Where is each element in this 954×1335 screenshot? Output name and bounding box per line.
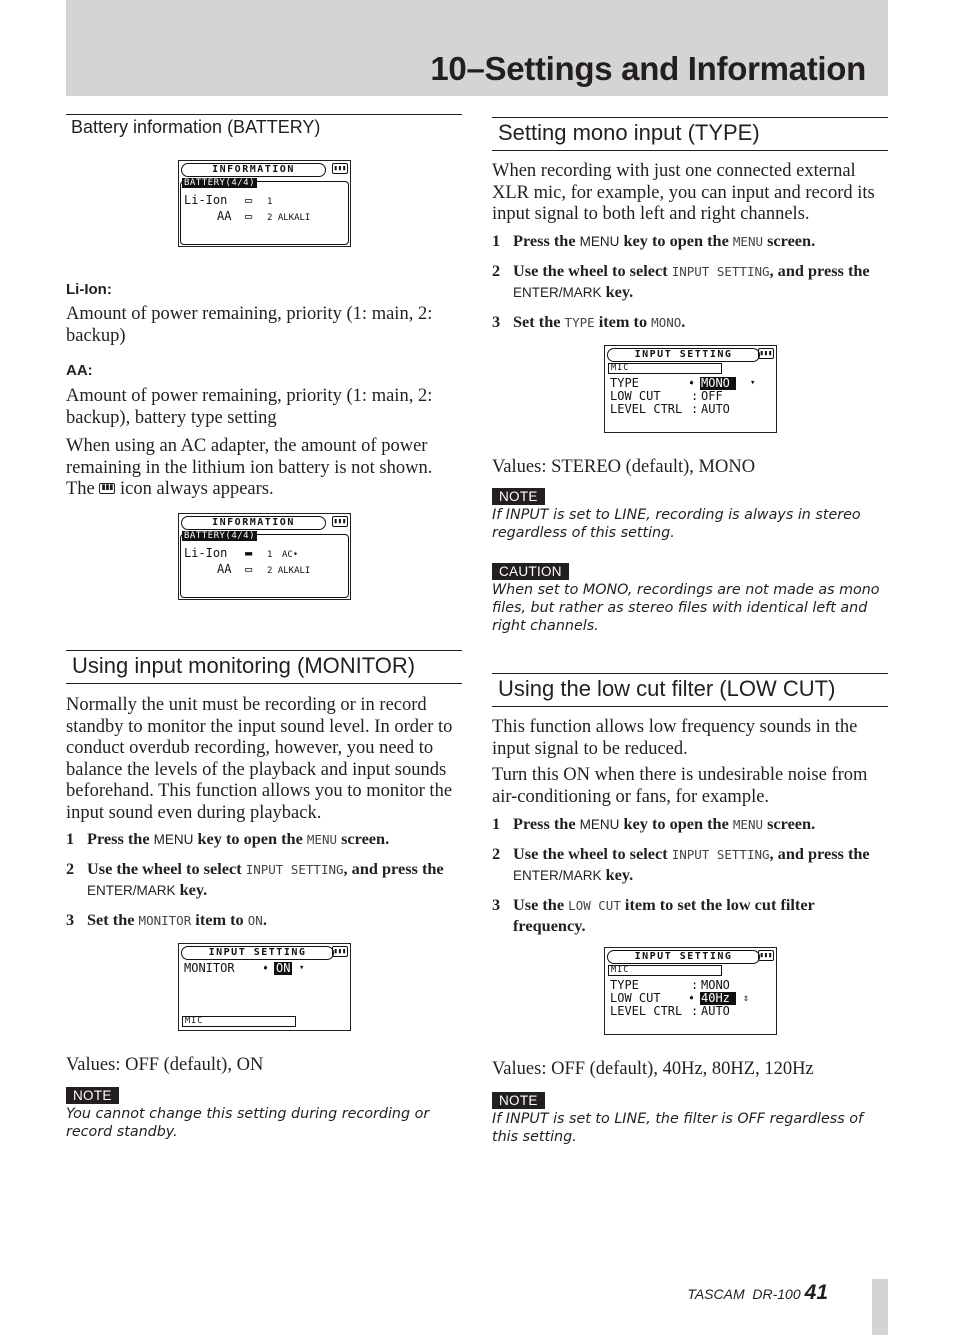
lowcut-note: NOTE If INPUT is set to LINE, the filter… — [492, 1092, 888, 1146]
battery-icon: ▮▮▮ — [332, 516, 348, 527]
footer-brand: TASCAM DR-100 — [687, 1286, 801, 1302]
caution-tag: CAUTION — [492, 563, 569, 580]
battery-heading: Battery information (BATTERY) — [66, 114, 462, 142]
type-heading: Setting mono input (TYPE) — [492, 117, 888, 151]
step-3: 3 Use the LOW CUT item to set the low cut… — [492, 895, 815, 935]
level-ctrl-label: LEVEL CTRL — [610, 402, 683, 416]
lowcut-steps: 1 Press the MENU key to open the MENU scr… — [492, 814, 888, 945]
li-ion-battery-icon: ▭ — [245, 193, 253, 207]
note-tag: NOTE — [492, 1092, 545, 1109]
note-text: If INPUT is set to LINE, recording is al… — [492, 507, 861, 541]
chapter-title: 10–Settings and Information — [430, 50, 866, 87]
footer-tab-bar — [872, 1279, 888, 1335]
step-3: 3 Set the TYPE item to MONO. — [492, 312, 686, 331]
monitor-intro: Normally the unit must be recording or i… — [66, 695, 453, 823]
monitor-screen: INPUT SETTING ▮▮▮ MONITOR ➧ ON ▾ MIC — [178, 943, 351, 1031]
type-caution: CAUTION When set to MONO, recordings are… — [492, 563, 888, 635]
step-2: 2 Use the wheel to select INPUT SETTING, … — [492, 844, 870, 884]
aa-label: AA: — [66, 362, 93, 379]
aa-label: AA — [217, 209, 232, 223]
battery-icon: ▮▮▮ — [758, 950, 774, 961]
screen-title: INFORMATION — [181, 163, 326, 177]
step-1: 1 Press the MENU key to open the MENU scr… — [492, 814, 816, 833]
note-tag: NOTE — [492, 488, 545, 505]
battery-icon: ▮▮▮ — [332, 163, 348, 174]
li-ion-description: Amount of power remaining, priority (1: … — [66, 304, 433, 346]
screen-title: INFORMATION — [181, 516, 326, 530]
lowcut-intro-1: This function allows low frequency sound… — [492, 717, 858, 759]
caution-text: When set to MONO, recordings are not mad… — [492, 582, 880, 634]
type-note: NOTE If INPUT is set to LINE, recording … — [492, 488, 888, 542]
up-down-icon: ⇕ — [743, 993, 750, 1004]
note-text: If INPUT is set to LINE, the filter is O… — [492, 1111, 864, 1145]
li-ion-priority: 1 — [267, 197, 273, 207]
screen-title: INPUT SETTING — [181, 946, 334, 960]
ac-adapter-text: When using an AC adapter, the amount of … — [66, 436, 433, 499]
input-source-box: MIC — [182, 1016, 296, 1027]
lowcut-intro-2: Turn this ON when there is undesirable n… — [492, 765, 868, 807]
battery-icon: ▮▮▮ — [758, 348, 774, 359]
arrow-icon: ➧ — [262, 961, 270, 975]
li-ion-battery-icon: ▬ — [245, 546, 253, 560]
input-source-box: MIC — [608, 363, 722, 374]
dropdown-icon: ▾ — [299, 963, 305, 973]
type-intro: When recording with just one connected e… — [492, 161, 875, 224]
level-ctrl-value: AUTO — [701, 402, 730, 416]
note-text: You cannot change this setting during re… — [66, 1106, 430, 1140]
monitor-values: Values: OFF (default), ON — [66, 1055, 264, 1075]
type-screen: INPUT SETTING ▮▮▮ MIC TYPE ➧ MONO ▾ LOW … — [604, 345, 777, 433]
step-3: 3 Set the MONITOR item to ON. — [66, 910, 267, 929]
aa-priority-type: 2 ALKALI — [267, 566, 311, 576]
screen-title: INPUT SETTING — [607, 950, 760, 964]
aa-priority-type: 2 ALKALI — [267, 213, 311, 223]
battery-screen-1: INFORMATION ▮▮▮ BATTERY(4/4) Li-Ion ▭ 1 … — [178, 160, 351, 247]
screen-tab: BATTERY(4/4) — [182, 178, 258, 188]
step-1: 1 Press the MENU key to open the MENU scr… — [66, 829, 390, 848]
lowcut-heading: Using the low cut filter (LOW CUT) — [492, 673, 888, 707]
aa-battery-icon: ▭ — [245, 562, 253, 576]
step-1: 1 Press the MENU key to open the MENU scr… — [492, 231, 816, 250]
li-ion-label: Li-Ion — [184, 193, 228, 207]
monitor-steps: 1 Press the MENU key to open the MENU scr… — [66, 829, 462, 940]
level-ctrl-label: LEVEL CTRL — [610, 1004, 683, 1018]
monitor-value: ON — [274, 961, 293, 975]
type-steps: 1 Press the MENU key to open the MENU scr… — [492, 231, 888, 342]
monitor-note: NOTE You cannot change this setting duri… — [66, 1087, 462, 1141]
level-ctrl-value: AUTO — [701, 1004, 730, 1018]
screen-title: INPUT SETTING — [607, 348, 760, 362]
battery-screen-2: INFORMATION ▮▮▮ BATTERY(4/4) Li-Ion ▬ 1 … — [178, 513, 351, 600]
monitor-heading: Using input monitoring (MONITOR) — [66, 650, 462, 684]
note-tag: NOTE — [66, 1087, 119, 1104]
li-ion-label: Li-Ion: — [66, 281, 112, 298]
aa-label: AA — [217, 562, 232, 576]
chapter-header: 10–Settings and Information — [66, 0, 888, 96]
page-footer: TASCAM DR-100 41 — [687, 1281, 828, 1305]
li-ion-priority: 1 — [267, 550, 273, 560]
battery-full-icon: ▮▮▮ — [99, 483, 116, 495]
lowcut-screen: INPUT SETTING ▮▮▮ MIC TYPE : MONO LOW CU… — [604, 947, 777, 1035]
lowcut-values: Values: OFF (default), 40Hz, 80HZ, 120Hz — [492, 1059, 814, 1079]
battery-icon: ▮▮▮ — [332, 946, 348, 957]
input-source-box: MIC — [608, 965, 722, 976]
page-number: 41 — [804, 1281, 828, 1304]
ac-plug-icon: AC➧ — [282, 550, 299, 560]
aa-battery-icon: ▭ — [245, 209, 253, 223]
li-ion-label: Li-Ion — [184, 546, 228, 560]
aa-description: Amount of power remaining, priority (1: … — [66, 386, 433, 428]
step-2: 2 Use the wheel to select INPUT SETTING, … — [66, 859, 444, 899]
screen-tab: BATTERY(4/4) — [182, 531, 258, 541]
type-values: Values: STEREO (default), MONO — [492, 457, 756, 477]
dropdown-icon: ▾ — [750, 378, 756, 388]
monitor-item: MONITOR — [184, 961, 235, 975]
step-2: 2 Use the wheel to select INPUT SETTING, … — [492, 261, 870, 301]
